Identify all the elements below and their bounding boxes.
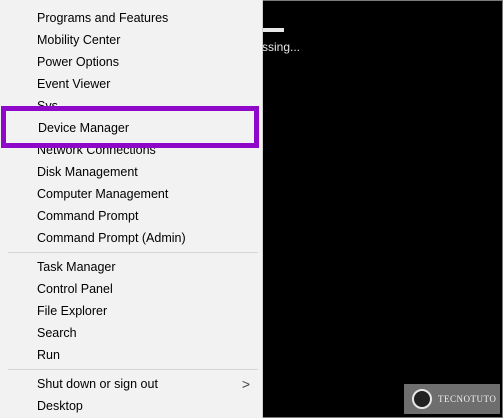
menu-item-command-prompt-admin[interactable]: Command Prompt (Admin) — [0, 227, 262, 249]
menu-item-label: Task Manager — [37, 260, 116, 274]
menu-item-shut-down-or-sign-out[interactable]: Shut down or sign out > — [0, 373, 262, 395]
menu-item-run[interactable]: Run — [0, 344, 262, 366]
menu-item-programs-and-features[interactable]: Programs and Features — [0, 7, 262, 29]
menu-item-command-prompt[interactable]: Command Prompt — [0, 205, 262, 227]
menu-item-label: Computer Management — [37, 187, 169, 201]
menu-item-file-explorer[interactable]: File Explorer — [0, 300, 262, 322]
menu-item-label: Power Options — [37, 55, 119, 69]
menu-item-label: Mobility Center — [37, 33, 121, 47]
menu-item-label: Command Prompt (Admin) — [37, 231, 186, 245]
menu-separator — [8, 252, 258, 253]
menu-item-disk-management[interactable]: Disk Management — [0, 161, 262, 183]
menu-item-search[interactable]: Search — [0, 322, 262, 344]
console-cursor — [262, 28, 284, 32]
menu-item-control-panel[interactable]: Control Panel — [0, 278, 262, 300]
menu-item-label: Run — [37, 348, 60, 362]
menu-item-label: Control Panel — [37, 282, 113, 296]
menu-item-power-options[interactable]: Power Options — [0, 51, 262, 73]
menu-item-label: Search — [37, 326, 77, 340]
menu-item-event-viewer[interactable]: Event Viewer — [0, 73, 262, 95]
chevron-right-icon: > — [241, 376, 250, 392]
console-output: ssing... — [262, 40, 301, 54]
menu-item-label: Shut down or sign out — [37, 377, 158, 391]
menu-item-label: Desktop — [37, 399, 83, 413]
watermark-logo-icon — [412, 389, 432, 409]
menu-item-label: Device Manager — [38, 121, 130, 135]
menu-item-label: File Explorer — [37, 304, 108, 318]
menu-item-device-manager[interactable]: Device Manager — [1, 106, 259, 148]
menu-item-label: Programs and Features — [37, 11, 169, 25]
watermark-text: TECNOTUTO — [438, 394, 497, 404]
menu-item-label: Command Prompt — [37, 209, 139, 223]
watermark: TECNOTUTO — [404, 384, 500, 414]
menu-item-task-manager[interactable]: Task Manager — [0, 256, 262, 278]
menu-item-label: Disk Management — [37, 165, 138, 179]
menu-item-computer-management[interactable]: Computer Management — [0, 183, 262, 205]
quick-link-menu: Programs and Features Mobility Center Po… — [0, 0, 263, 418]
menu-separator — [8, 369, 258, 370]
menu-item-mobility-center[interactable]: Mobility Center — [0, 29, 262, 51]
menu-item-desktop[interactable]: Desktop — [0, 395, 262, 417]
menu-item-label: Event Viewer — [37, 77, 111, 91]
